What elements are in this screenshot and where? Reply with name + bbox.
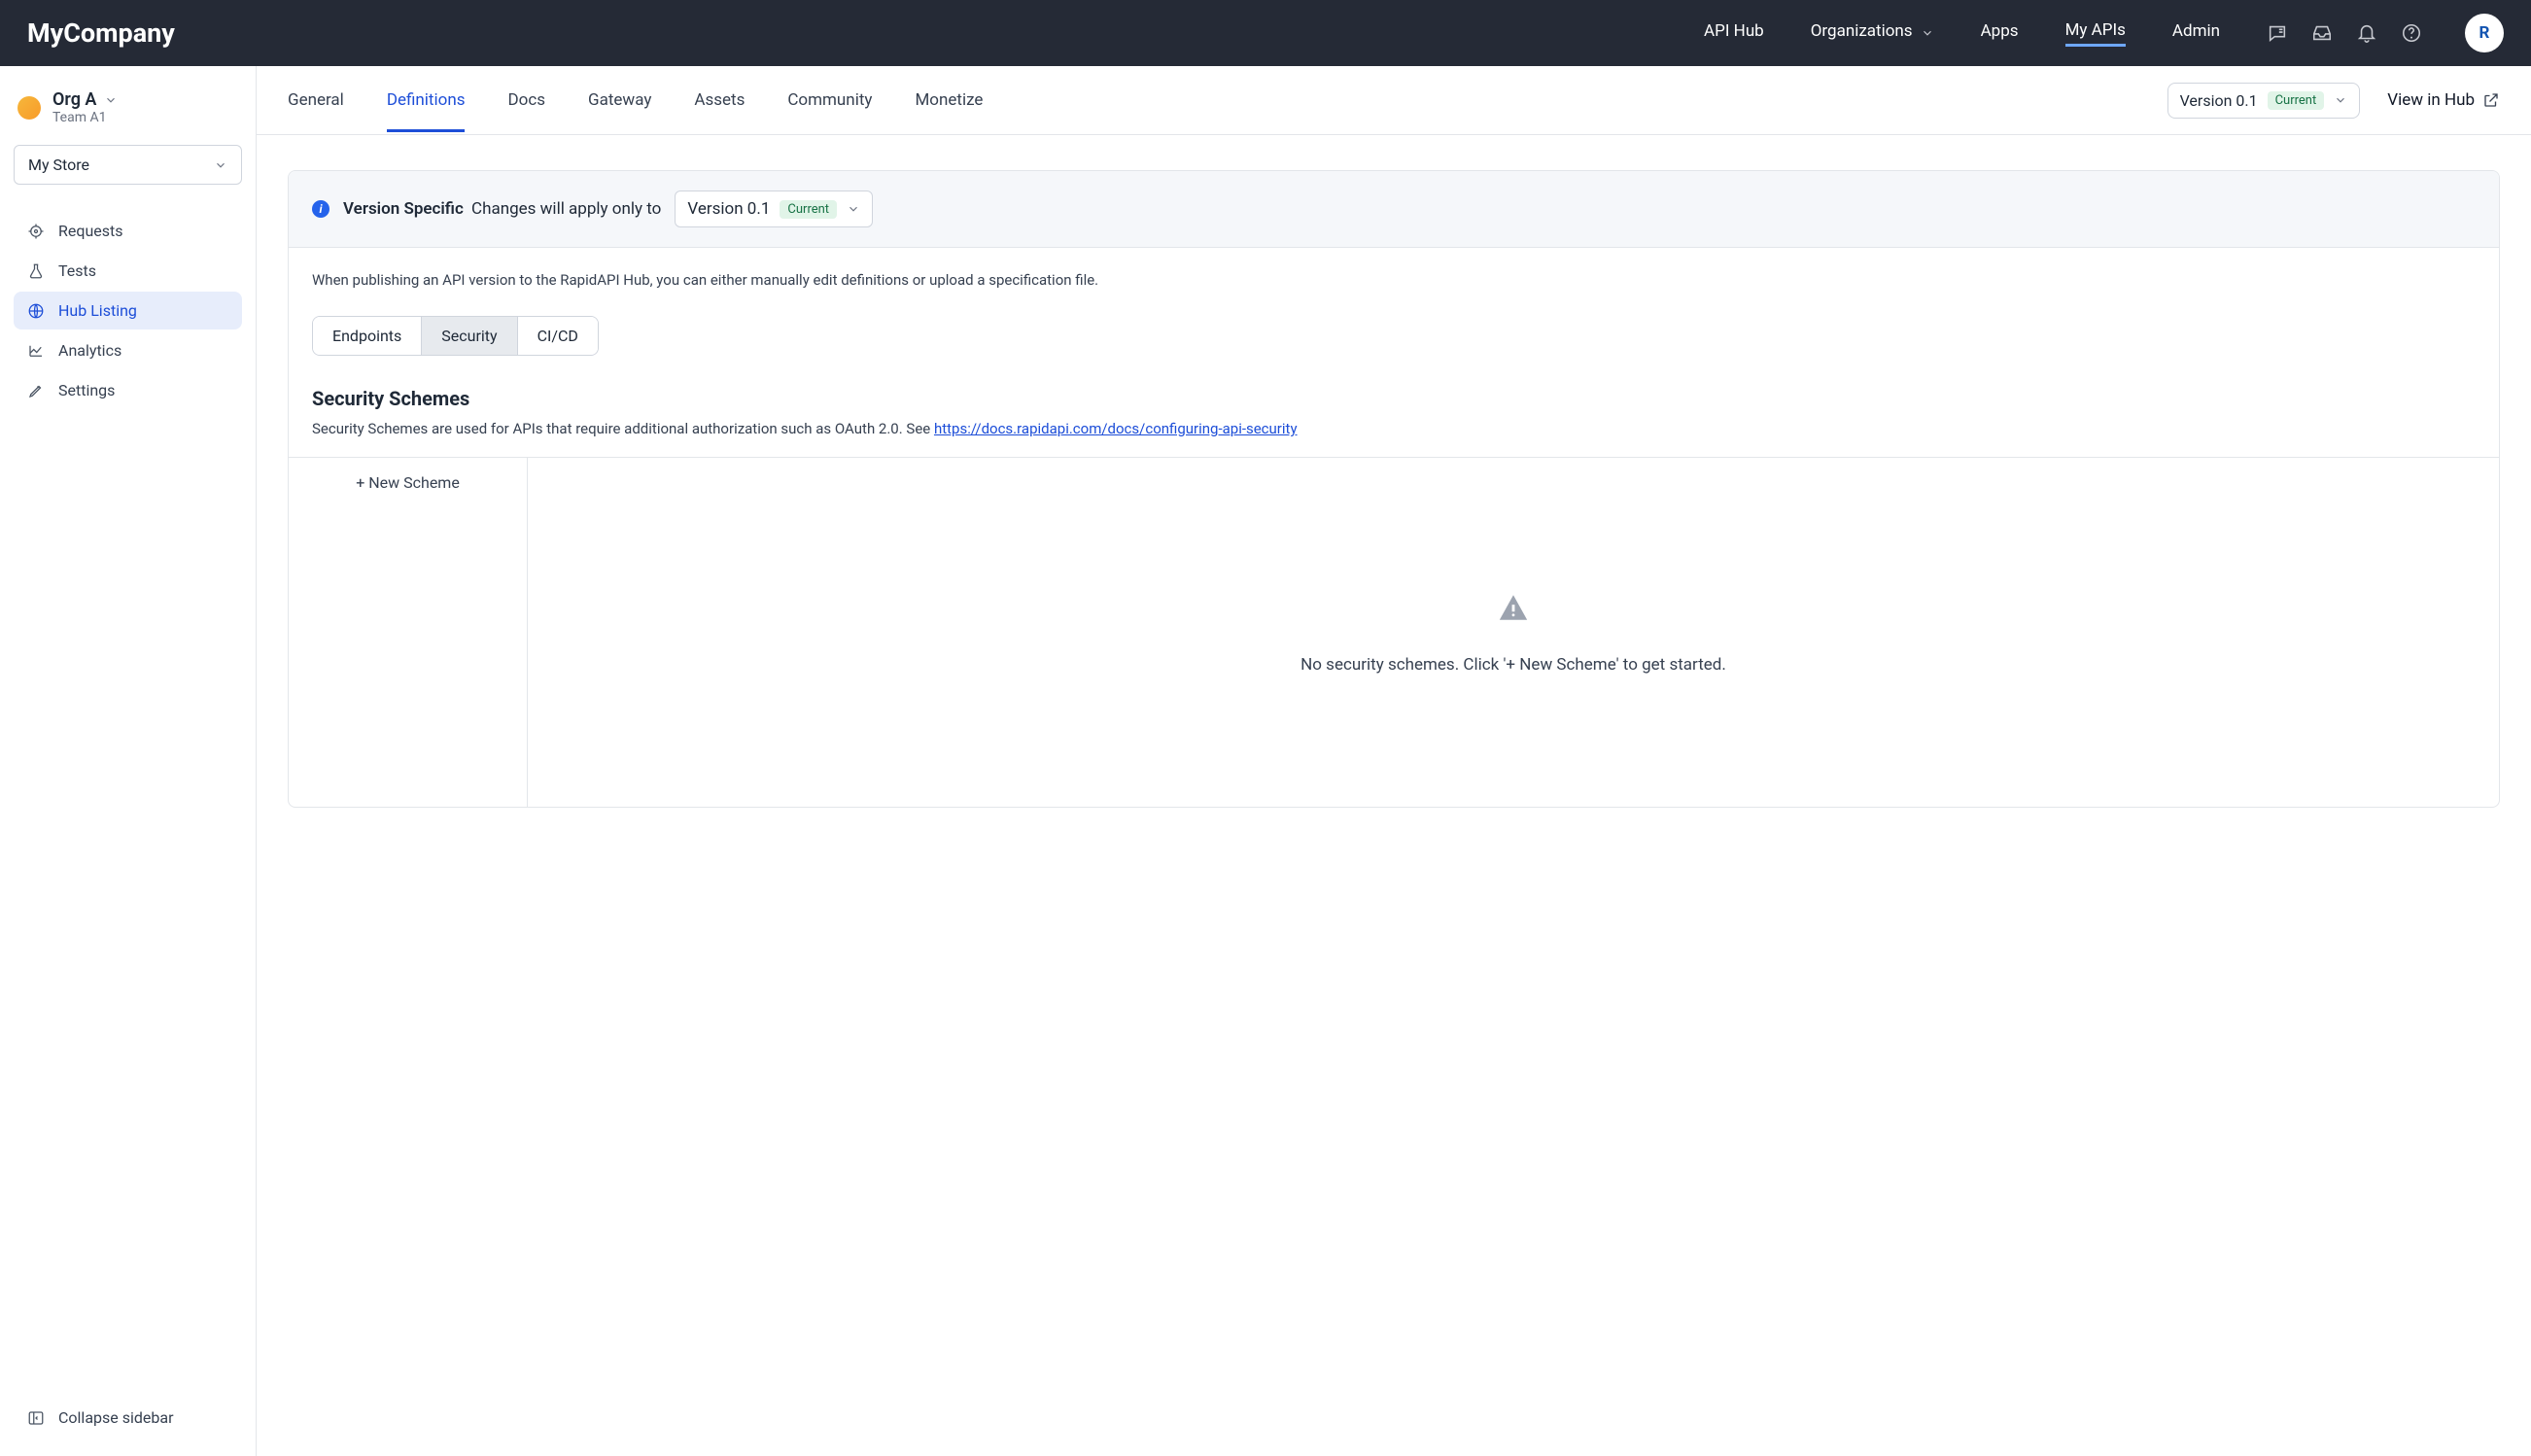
top-nav: API Hub Organizations Apps My APIs Admin [1704,20,2220,47]
subtab-cicd[interactable]: CI/CD [517,317,598,355]
nav-api-hub[interactable]: API Hub [1704,21,1764,45]
panel: i Version Specific Changes will apply on… [288,170,2500,808]
empty-state-text: No security schemes. Click '+ New Scheme… [1300,655,1726,675]
sidebar-item-tests[interactable]: Tests [14,252,242,290]
sidebar-item-label: Tests [58,261,96,280]
version-select[interactable]: Version 0.1 Current [2167,83,2361,119]
org-avatar-icon [17,96,41,120]
panel-body: When publishing an API version to the Ra… [289,248,2499,807]
sidebar-item-label: Analytics [58,341,121,360]
tab-community[interactable]: Community [787,69,872,132]
tab-definitions[interactable]: Definitions [387,69,466,132]
chart-icon [27,342,45,360]
tabbar: General Definitions Docs Gateway Assets … [257,66,2531,135]
section-desc-link[interactable]: https://docs.rapidapi.com/docs/configuri… [934,420,1298,437]
layout: Org A Team A1 My Store Requests Tests Hu… [0,66,2531,1456]
header-icons: R [2267,14,2504,52]
content: i Version Specific Changes will apply on… [257,135,2531,843]
schemes-empty-state: No security schemes. Click '+ New Scheme… [528,458,2499,807]
version-inline-select[interactable]: Version 0.1 Current [675,191,873,227]
tab-monetize[interactable]: Monetize [915,69,983,132]
org-header[interactable]: Org A Team A1 [14,89,242,145]
user-avatar[interactable]: R [2465,14,2504,52]
main-content: General Definitions Docs Gateway Assets … [257,66,2531,1456]
new-scheme-button[interactable]: + New Scheme [289,458,527,507]
collapse-label: Collapse sidebar [58,1408,173,1427]
bell-icon[interactable] [2356,22,2377,44]
version-inline-label: Version 0.1 [687,199,770,219]
nav-apps[interactable]: Apps [1981,21,2019,45]
org-team: Team A1 [52,110,118,125]
sidebar-item-hub-listing[interactable]: Hub Listing [14,292,242,329]
nav-my-apis[interactable]: My APIs [2065,20,2126,47]
sidebar-item-settings[interactable]: Settings [14,371,242,409]
current-badge: Current [2268,91,2325,110]
pencil-icon [27,382,45,399]
schemes-sidebar: + New Scheme [289,458,528,807]
chevron-down-icon [104,93,118,107]
external-link-icon [2482,91,2500,109]
tab-assets[interactable]: Assets [694,69,745,132]
version-notice: i Version Specific Changes will apply on… [289,171,2499,248]
info-icon: i [312,200,329,218]
tab-general[interactable]: General [288,69,344,132]
brand-logo[interactable]: MyCompany [27,17,175,49]
chevron-down-icon [214,158,227,172]
chevron-down-icon [2334,93,2347,107]
subtabs: Endpoints Security CI/CD [312,316,599,356]
subtab-security[interactable]: Security [421,317,516,355]
chat-icon[interactable] [2267,22,2288,44]
store-select-label: My Store [28,156,89,174]
definitions-desc: When publishing an API version to the Ra… [312,271,2476,289]
top-header: MyCompany API Hub Organizations Apps My … [0,0,2531,66]
inbox-icon[interactable] [2311,22,2333,44]
tab-gateway[interactable]: Gateway [588,69,651,132]
schemes-container: + New Scheme No security schemes. Click … [289,457,2499,807]
warning-triangle-icon [1497,591,1530,624]
view-in-hub-label: View in Hub [2387,90,2475,110]
nav-admin[interactable]: Admin [2172,21,2220,45]
sidebar-items: Requests Tests Hub Listing Analytics Set… [14,212,242,409]
section-title: Security Schemes [312,387,2476,410]
store-select[interactable]: My Store [14,145,242,185]
notice-strong: Version Specific [343,199,464,219]
section-desc-text: Security Schemes are used for APIs that … [312,420,934,437]
tabbar-right: Version 0.1 Current View in Hub [2167,83,2500,119]
help-icon[interactable] [2401,22,2422,44]
beaker-icon [27,262,45,280]
target-icon [27,223,45,240]
sidebar-item-label: Hub Listing [58,301,137,320]
collapse-icon [27,1409,45,1427]
tab-docs[interactable]: Docs [507,69,545,132]
current-badge: Current [780,200,837,219]
chevron-down-icon [847,202,860,216]
subtab-endpoints[interactable]: Endpoints [313,317,421,355]
view-in-hub-link[interactable]: View in Hub [2387,90,2500,110]
org-name: Org A [52,89,96,110]
sidebar: Org A Team A1 My Store Requests Tests Hu… [0,66,257,1456]
version-label: Version 0.1 [2180,91,2258,110]
sidebar-item-requests[interactable]: Requests [14,212,242,250]
notice-text: Changes will apply only to [471,199,661,219]
sidebar-item-label: Requests [58,222,123,240]
collapse-sidebar[interactable]: Collapse sidebar [14,1399,242,1437]
nav-organizations[interactable]: Organizations [1811,21,1913,45]
section-desc: Security Schemes are used for APIs that … [312,420,2476,437]
chevron-down-icon [1921,26,1934,40]
tabs: General Definitions Docs Gateway Assets … [288,69,983,132]
sidebar-item-label: Settings [58,381,115,399]
globe-icon [27,302,45,320]
sidebar-item-analytics[interactable]: Analytics [14,331,242,369]
